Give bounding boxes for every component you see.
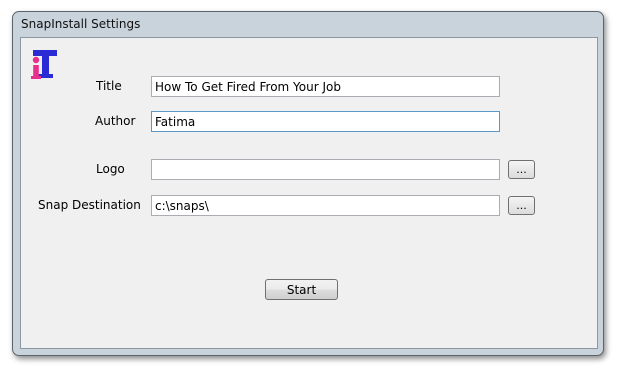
- title-label: Title: [96, 79, 122, 93]
- logo-field[interactable]: [151, 159, 500, 180]
- start-button[interactable]: Start: [265, 279, 338, 300]
- title-field[interactable]: [151, 76, 500, 97]
- app-logo-icon: [31, 50, 57, 79]
- settings-panel: Title Author Logo ... Snap Destination .…: [20, 37, 598, 349]
- snap-destination-label: Snap Destination: [38, 198, 141, 212]
- snap-destination-browse-button[interactable]: ...: [508, 196, 535, 215]
- author-field[interactable]: [151, 111, 500, 132]
- window-title: SnapInstall Settings: [21, 17, 141, 31]
- snap-destination-field[interactable]: [151, 195, 500, 216]
- settings-window: SnapInstall Settings Title Author Logo .…: [12, 11, 604, 356]
- author-label: Author: [95, 114, 136, 128]
- logo-browse-button[interactable]: ...: [508, 160, 535, 179]
- logo-label: Logo: [96, 162, 125, 176]
